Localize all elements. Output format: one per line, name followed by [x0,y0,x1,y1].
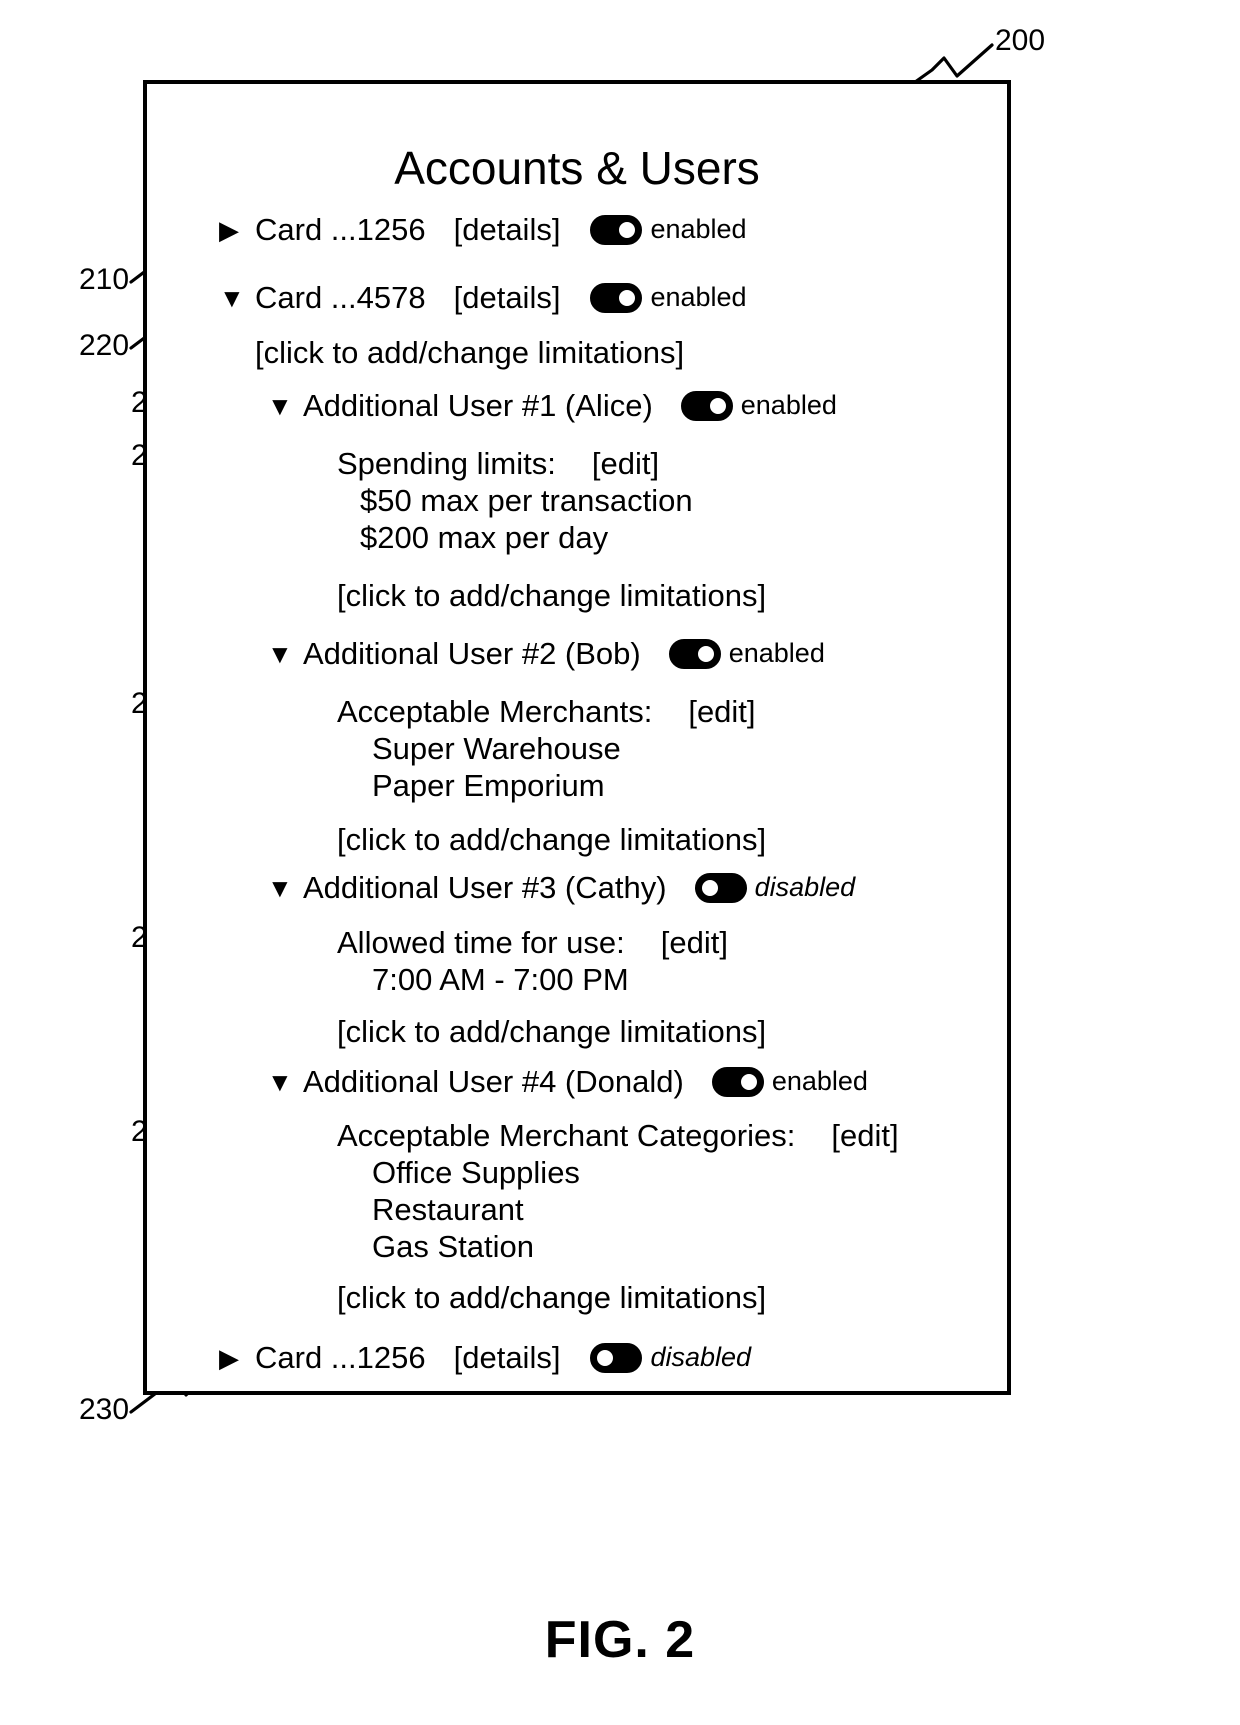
limit-heading-row: Allowed time for use: [edit] [337,927,728,958]
details-link[interactable]: [details] [454,1342,561,1373]
card-enable-toggle[interactable] [590,1342,643,1373]
limit-heading-row: Spending limits: [edit] [337,448,659,479]
user-title: Additional User #2 (Bob) [303,636,641,671]
user-row-bob[interactable]: ▼ Additional User #2 (Bob) enabled [267,638,825,669]
user-title: Additional User #1 (Alice) [303,388,653,423]
user-limitations-link[interactable]: [click to add/change limitations] [337,580,766,611]
limit-item: 7:00 AM - 7:00 PM [372,962,629,997]
limit-item: $50 max per transaction [360,483,693,518]
limit-heading: Acceptable Merchants: [337,694,653,729]
user-enable-toggle[interactable] [680,390,733,421]
toggle-knob [694,642,717,665]
card-enable-toggle[interactable] [590,214,643,245]
toggle-knob [594,1346,617,1369]
toggle-state-label: enabled [650,282,747,312]
chevron-down-icon[interactable]: ▼ [267,393,293,419]
card-row-1256-top[interactable]: ▶ Card ...1256 [details] enabled [219,214,747,245]
toggle-state-label: enabled [771,1066,868,1096]
user-row-donald[interactable]: ▼ Additional User #4 (Donald) enabled [267,1066,868,1097]
page-title: Accounts & Users [394,141,760,194]
edit-link[interactable]: [edit] [661,925,728,960]
chevron-down-icon[interactable]: ▼ [267,1069,293,1095]
toggle-knob [706,394,729,417]
limit-heading-row: Acceptable Merchants: [edit] [337,696,756,727]
card-label: Card ...4578 [255,280,426,315]
edit-link[interactable]: [edit] [831,1118,898,1153]
toggle-state-label: disabled [650,1342,752,1372]
limit-heading: Acceptable Merchant Categories: [337,1118,796,1153]
user-limitations-link[interactable]: [click to add/change limitations] [337,1016,766,1047]
user-limitations-link[interactable]: [click to add/change limitations] [337,1282,766,1313]
toggle-knob [698,876,721,899]
chevron-right-icon[interactable]: ▶ [219,1345,245,1371]
edit-link[interactable]: [edit] [592,446,659,481]
toggle-knob [616,286,639,309]
toggle-knob [616,218,639,241]
chevron-down-icon[interactable]: ▼ [219,285,245,311]
chevron-down-icon[interactable]: ▼ [267,641,293,667]
user-title: Additional User #4 (Donald) [303,1064,684,1099]
user-enable-toggle[interactable] [711,1066,764,1097]
user-row-alice[interactable]: ▼ Additional User #1 (Alice) enabled [267,390,837,421]
device-screen: Accounts & Users ▶ Card ...1256 [details… [143,80,1011,1395]
toggle-state-label: enabled [650,214,747,244]
ref-220: 220 [79,329,130,362]
toggle-state-label: disabled [754,872,856,902]
limit-heading: Spending limits: [337,446,556,481]
toggle-state-label: enabled [740,390,837,420]
toggle-knob [737,1070,760,1093]
limit-item: $200 max per day [360,520,609,555]
ref-200: 200 [995,24,1046,57]
toggle-state-label: enabled [728,638,825,668]
limit-item: Super Warehouse [372,731,621,766]
card-enable-toggle[interactable] [590,282,643,313]
figure-caption: FIG. 2 [544,1611,696,1669]
chevron-down-icon[interactable]: ▼ [267,875,293,901]
limit-item: Gas Station [372,1229,534,1264]
limit-item: Paper Emporium [372,768,605,803]
details-link[interactable]: [details] [454,214,561,245]
user-limitations-link[interactable]: [click to add/change limitations] [337,824,766,855]
patent-figure: 200 210 211 220 225 240 241 242 244 250 … [0,0,1240,1725]
chevron-right-icon[interactable]: ▶ [219,217,245,243]
card-row-1256-bottom[interactable]: ▶ Card ...1256 [details] disabled [219,1342,751,1373]
user-enable-toggle[interactable] [668,638,721,669]
limit-heading: Allowed time for use: [337,925,625,960]
limit-heading-row: Acceptable Merchant Categories: [edit] [337,1120,899,1151]
edit-link[interactable]: [edit] [688,694,755,729]
user-title: Additional User #3 (Cathy) [303,870,667,905]
user-enable-toggle[interactable] [694,872,747,903]
ref-230: 230 [79,1393,130,1426]
limit-item: Office Supplies [372,1155,580,1190]
card-limitations-link[interactable]: [click to add/change limitations] [255,337,684,368]
card-label: Card ...1256 [255,1340,426,1375]
card-label: Card ...1256 [255,212,426,247]
card-row-4578[interactable]: ▼ Card ...4578 [details] enabled [219,282,747,313]
ref-210: 210 [79,263,130,296]
details-link[interactable]: [details] [454,282,561,313]
limit-item: Restaurant [372,1192,524,1227]
user-row-cathy[interactable]: ▼ Additional User #3 (Cathy) disabled [267,872,855,903]
